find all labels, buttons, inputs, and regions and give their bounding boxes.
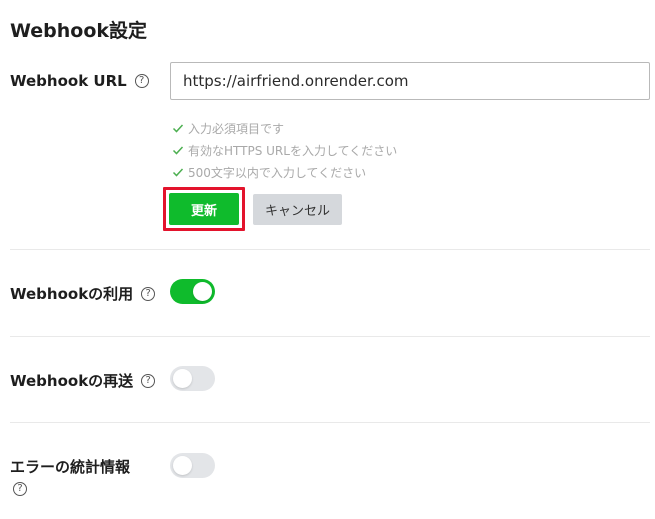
- question-circle-icon[interactable]: ?: [134, 74, 149, 88]
- question-circle-icon[interactable]: ?: [141, 286, 156, 301]
- update-button[interactable]: 更新: [169, 193, 239, 225]
- divider: [10, 249, 650, 250]
- validation-item: 有効なHTTPS URLを入力してください: [172, 139, 397, 161]
- check-icon: [172, 168, 184, 177]
- validation-list: 入力必須項目です 有効なHTTPS URLを入力してください 500文字以内で入…: [172, 117, 397, 183]
- error-stats-label-row: エラーの統計情報: [10, 456, 130, 477]
- toggle-knob: [173, 456, 192, 475]
- webhook-url-label-row: Webhook URL ?: [10, 72, 149, 90]
- validation-text: 入力必須項目です: [188, 121, 285, 136]
- error-stats-toggle[interactable]: [170, 453, 215, 478]
- check-icon: [172, 146, 184, 155]
- divider: [10, 422, 650, 423]
- webhook-url-label: Webhook URL: [10, 72, 127, 90]
- validation-item: 500文字以内で入力してください: [172, 161, 397, 183]
- divider: [10, 336, 650, 337]
- toggle-knob: [193, 282, 212, 301]
- webhook-url-input[interactable]: [170, 62, 650, 100]
- resend-webhook-label-row: Webhookの再送 ?: [10, 370, 156, 391]
- error-stats-label: エラーの統計情報: [10, 458, 131, 476]
- resend-webhook-toggle[interactable]: [170, 366, 215, 391]
- cancel-button[interactable]: キャンセル: [253, 194, 342, 225]
- webhook-settings-panel: Webhook設定 Webhook URL ? 入力必須項目です 有効なHTTP…: [0, 0, 655, 519]
- validation-text: 500文字以内で入力してください: [188, 165, 367, 180]
- use-webhook-toggle[interactable]: [170, 279, 215, 304]
- question-circle-icon[interactable]: ?: [141, 373, 156, 388]
- resend-webhook-label: Webhookの再送: [10, 372, 134, 390]
- validation-text: 有効なHTTPS URLを入力してください: [188, 143, 398, 158]
- question-circle-icon[interactable]: ?: [13, 482, 27, 496]
- check-icon: [172, 124, 184, 133]
- section-title: Webhook設定: [10, 20, 148, 42]
- use-webhook-label: Webhookの利用: [10, 285, 134, 303]
- use-webhook-label-row: Webhookの利用 ?: [10, 283, 156, 304]
- toggle-knob: [173, 369, 192, 388]
- validation-item: 入力必須項目です: [172, 117, 397, 139]
